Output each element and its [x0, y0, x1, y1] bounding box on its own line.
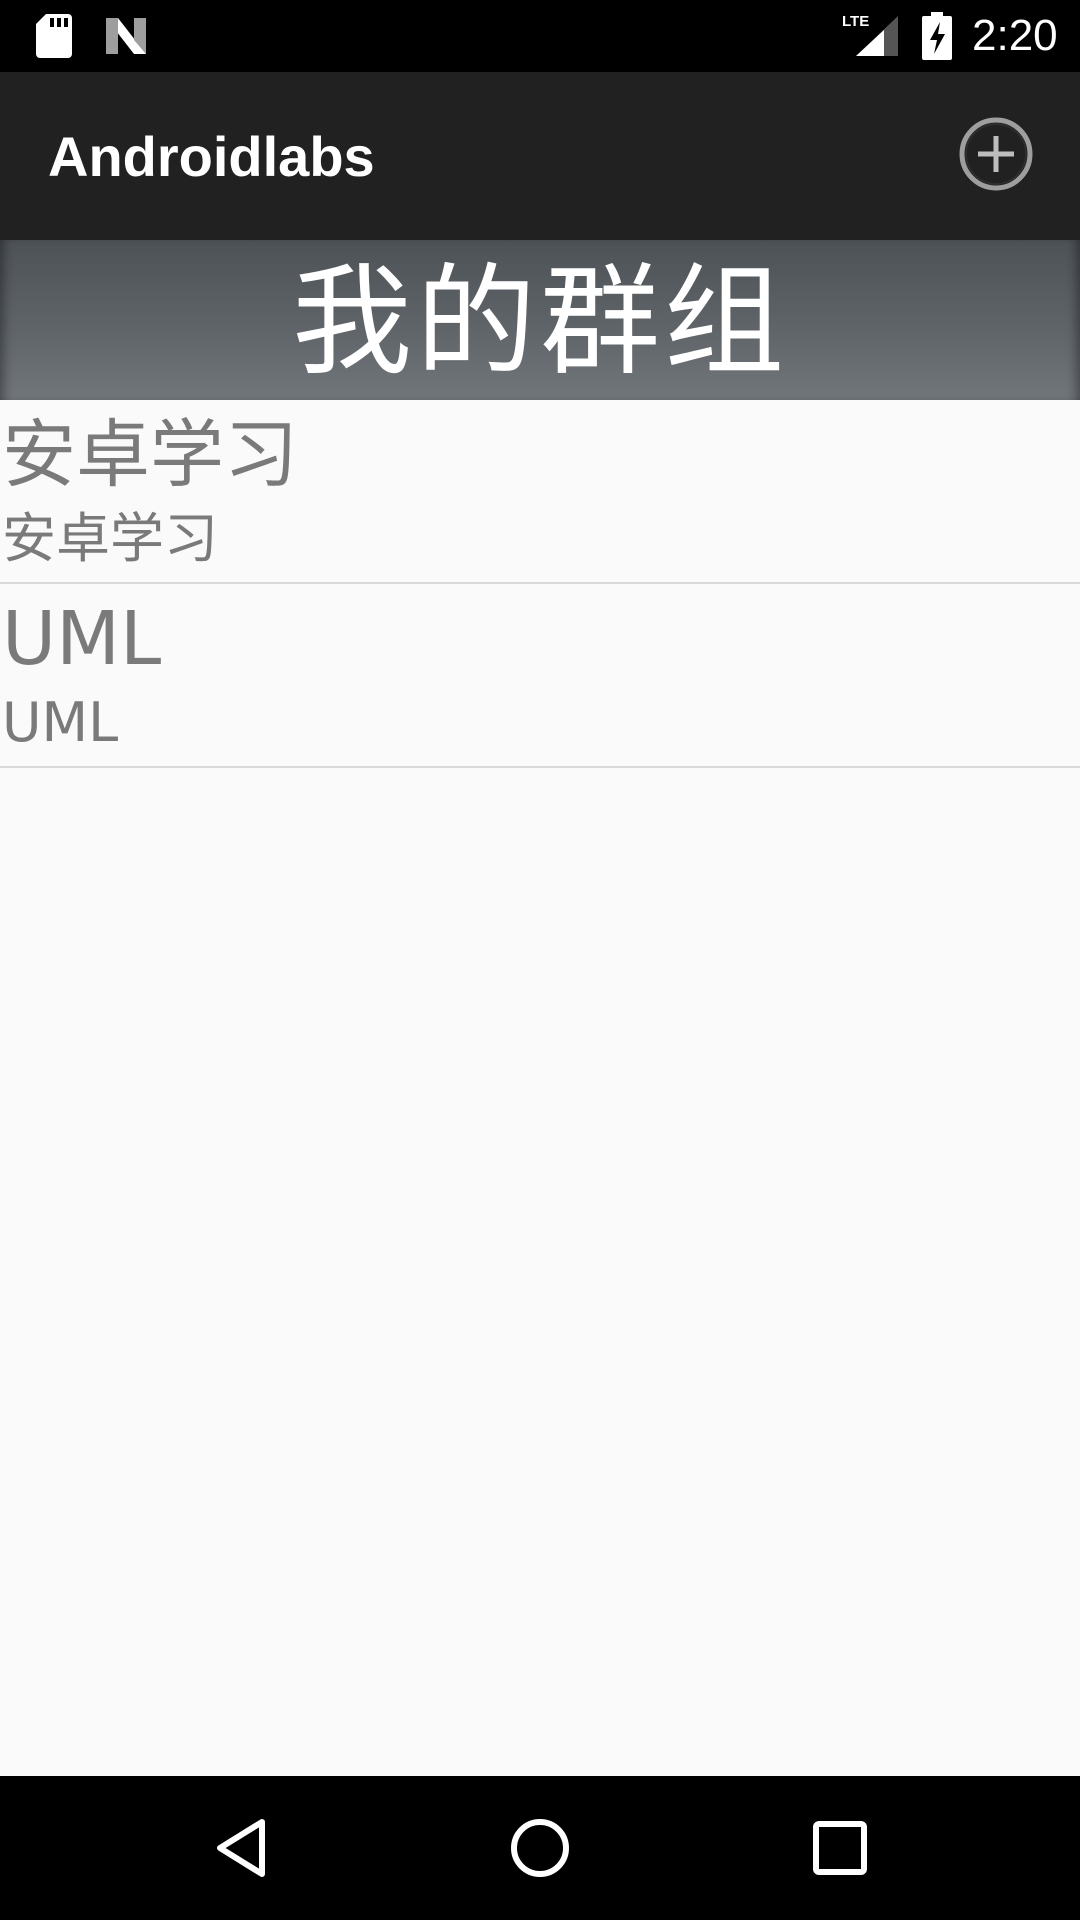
app-bar: Androidlabs — [0, 72, 1080, 240]
group-name: 安卓学习 — [2, 412, 298, 498]
group-header: 我的群组 — [0, 240, 1080, 400]
navigation-bar — [0, 1776, 1080, 1920]
status-clock: 2:20 — [972, 11, 1058, 60]
battery-charging-icon — [922, 12, 952, 60]
group-header-title: 我的群组 — [292, 253, 788, 392]
lte-signal-icon: LTE — [842, 13, 898, 56]
group-list-item[interactable]: UML UML — [0, 584, 1080, 768]
group-description: UML — [2, 691, 119, 754]
svg-text:LTE: LTE — [842, 13, 869, 30]
status-bar: LTE 2:20 — [0, 0, 1080, 72]
group-list-item[interactable]: 安卓学习 安卓学习 — [0, 400, 1080, 584]
group-name: UML — [2, 596, 162, 682]
home-icon[interactable] — [504, 1812, 576, 1884]
group-list: 安卓学习 安卓学习 UML UML — [0, 400, 1080, 1776]
n-logo-icon — [106, 18, 146, 54]
group-description: 安卓学习 — [2, 507, 218, 570]
app-title: Androidlabs — [48, 125, 375, 188]
sd-card-icon — [36, 14, 72, 58]
recents-icon[interactable] — [804, 1812, 876, 1884]
add-circle-icon[interactable] — [958, 116, 1034, 192]
back-icon[interactable] — [206, 1812, 278, 1884]
